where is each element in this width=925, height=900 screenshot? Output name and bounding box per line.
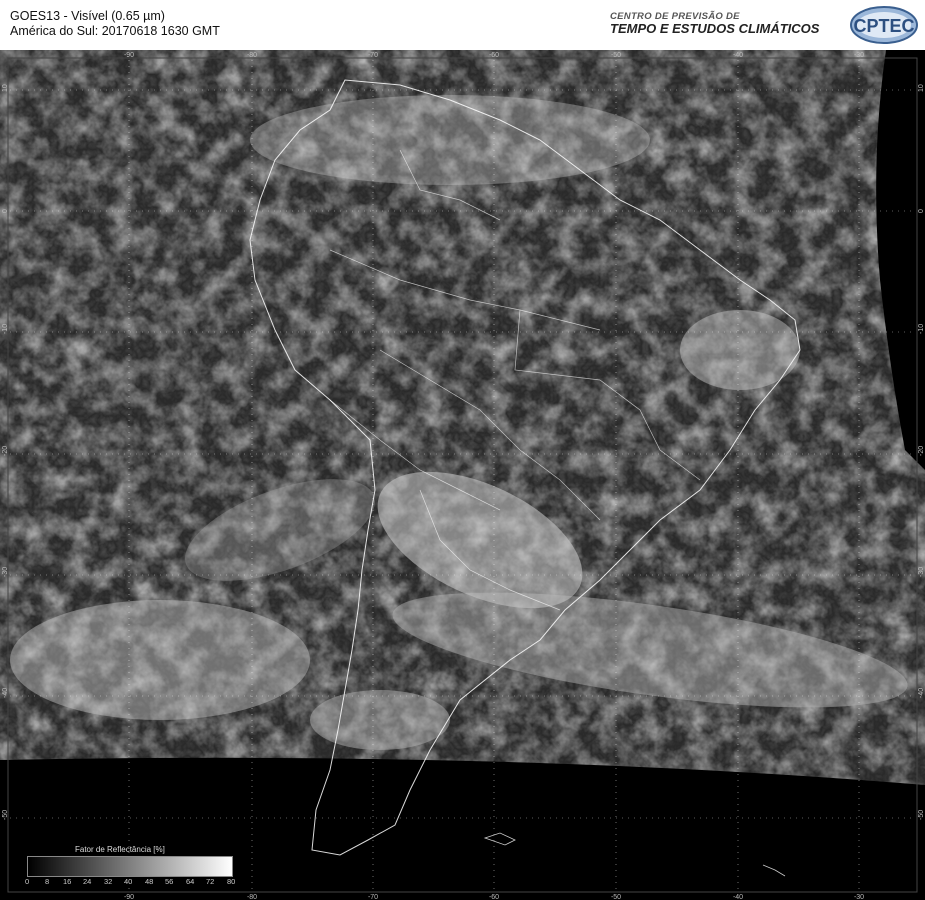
org-name-line2: TEMPO E ESTUDOS CLIMÁTICOS — [610, 21, 820, 36]
legend-colorbar — [27, 856, 233, 877]
lat-label: -10 — [2, 324, 9, 334]
legend-title: Fator de Reflectância [%] — [75, 845, 165, 854]
lat-label: -30 — [918, 567, 925, 577]
lon-label: -70 — [368, 52, 378, 59]
lon-label: -60 — [489, 894, 499, 900]
region-timestamp: América do Sul: 20170618 1630 GMT — [10, 24, 220, 38]
lon-label: -40 — [733, 52, 743, 59]
lat-label: -20 — [918, 446, 925, 456]
legend-tick: 48 — [145, 877, 154, 886]
product-title: GOES13 - Visível (0.65 µm) — [10, 9, 165, 23]
legend-tick: 72 — [206, 877, 215, 886]
legend-tick: 32 — [104, 877, 113, 886]
satellite-image: -90 -80 -70 -60 -50 -40 -30 -90 -80 -70 … — [0, 50, 925, 900]
lat-label: -30 — [2, 567, 9, 577]
legend-tick: 16 — [63, 877, 72, 886]
legend-tick: 64 — [186, 877, 195, 886]
lat-label: -40 — [2, 688, 9, 698]
lat-label: 0 — [918, 209, 925, 213]
lon-label: -30 — [854, 52, 864, 59]
legend-tick: 0 — [25, 877, 30, 886]
legend-ticks: 0 8 16 24 32 40 48 56 64 72 80 — [22, 877, 242, 887]
lat-label: 0 — [2, 209, 9, 213]
legend-tick: 40 — [124, 877, 133, 886]
lat-label: -50 — [2, 810, 9, 820]
lat-label: -10 — [918, 324, 925, 334]
cptec-logo: CPTEC — [850, 6, 918, 44]
lon-label: -80 — [247, 52, 257, 59]
lon-label: -90 — [124, 52, 134, 59]
lat-label: -20 — [2, 446, 9, 456]
lon-label: -60 — [489, 52, 499, 59]
legend-tick: 80 — [227, 877, 236, 886]
lat-label: 10 — [2, 84, 9, 92]
lat-label: -40 — [918, 688, 925, 698]
logo-text: CPTEC — [853, 16, 914, 36]
lon-label: -70 — [368, 894, 378, 900]
legend-tick: 8 — [45, 877, 50, 886]
lon-label: -50 — [611, 52, 621, 59]
header: GOES13 - Visível (0.65 µm) América do Su… — [0, 0, 925, 50]
lat-label: -50 — [918, 810, 925, 820]
legend-tick: 56 — [165, 877, 174, 886]
lon-label: -80 — [247, 894, 257, 900]
lat-label: 10 — [918, 84, 925, 92]
lon-label: -90 — [124, 894, 134, 900]
lon-label: -50 — [611, 894, 621, 900]
lon-label: -30 — [854, 894, 864, 900]
legend-tick: 24 — [83, 877, 92, 886]
lon-label: -40 — [733, 894, 743, 900]
